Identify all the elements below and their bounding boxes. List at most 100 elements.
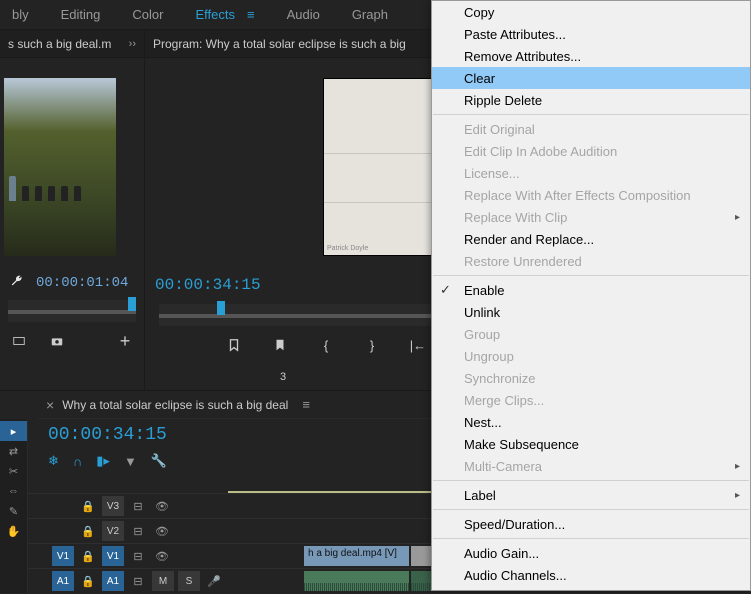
go-prev-icon[interactable]: |← [409,336,427,354]
check-icon: ✓ [440,282,451,298]
menu-separator [433,538,749,539]
menu-license: License... [432,162,750,184]
source-patch-a1[interactable]: A1 [52,571,74,591]
marker-right-icon[interactable]: } [363,336,381,354]
mute-button[interactable]: M [152,571,174,591]
video-clip[interactable]: h a big deal.mp4 [V] [304,546,409,566]
menu-synchronize: Synchronize [432,367,750,389]
menu-separator [433,114,749,115]
linked-selection-icon[interactable]: ∩ [73,454,82,469]
chevron-right-icon: ▸ [735,212,740,223]
program-playhead[interactable] [217,301,225,315]
export-frame-icon[interactable] [10,332,28,350]
wrench-icon[interactable] [10,274,24,291]
settings-wrench-icon[interactable]: 🔧 [151,453,167,469]
snap-icon[interactable]: ❄ [48,453,59,469]
menu-make-subsequence[interactable]: Make Subsequence [432,433,750,455]
menu-merge-clips: Merge Clips... [432,389,750,411]
menu-audio-channels[interactable]: Audio Channels... [432,564,750,586]
menu-separator [433,275,749,276]
source-timecode[interactable]: 00:00:01:04 [36,275,128,291]
add-marker-tl-icon[interactable]: ▮▸ [96,453,110,469]
menu-group: Group [432,323,750,345]
source-panel-title: s such a big deal.m [8,37,111,51]
mark-in-icon[interactable] [225,336,243,354]
menu-replace-clip: Replace With Clip▸ [432,206,750,228]
context-menu: Copy Paste Attributes... Remove Attribut… [431,0,751,591]
menu-label[interactable]: Label▸ [432,484,750,506]
menu-unlink[interactable]: Unlink [432,301,750,323]
source-panel: s such a big deal.m ›› 00:00:01:04 + [0,30,145,390]
lock-icon[interactable]: 🔒 [78,521,98,541]
tab-assembly[interactable]: bly [12,7,29,22]
slip-tool-icon[interactable]: ⇔ [0,481,27,501]
solo-button[interactable]: S [178,571,200,591]
timeline-marker-icon[interactable]: ▼ [124,454,137,469]
camera-icon[interactable] [48,332,66,350]
chevron-right-icon: ▸ [735,490,740,501]
chevron-right-icon: ▸ [735,461,740,472]
menu-ripple-delete[interactable]: Ripple Delete [432,89,750,111]
timeline-timecode[interactable]: 00:00:34:15 [48,425,167,445]
menu-replace-ae: Replace With After Effects Composition [432,184,750,206]
menu-separator [433,480,749,481]
sync-lock-icon[interactable]: ⊟ [128,496,148,516]
tab-editing[interactable]: Editing [61,7,101,22]
track-target-a1[interactable]: A1 [102,571,124,591]
timeline-title[interactable]: Why a total solar eclipse is such a big … [62,398,288,412]
audio-clip-2[interactable] [411,571,431,591]
menu-nest[interactable]: Nest... [432,411,750,433]
menu-audio-gain[interactable]: Audio Gain... [432,542,750,564]
menu-ungroup: Ungroup [432,345,750,367]
track-label-v2[interactable]: V2 [102,521,124,541]
voice-over-icon[interactable]: 🎤 [204,571,224,591]
selection-tool-icon[interactable]: ▸ [0,421,27,441]
source-playhead[interactable] [128,297,136,311]
track-target-v1[interactable]: V1 [102,546,124,566]
toggle-track-icon[interactable]: 👁 [152,496,172,516]
tab-audio[interactable]: Audio [287,7,320,22]
menu-clear[interactable]: Clear [432,67,750,89]
tool-column: ▸ ⇄ ✂ ⇔ ✎ ✋ [0,419,28,593]
program-timecode[interactable]: 00:00:34:15 [155,276,261,294]
lock-icon[interactable]: 🔒 [78,496,98,516]
tab-effects[interactable]: Effects [195,7,235,22]
menu-speed-duration[interactable]: Speed/Duration... [432,513,750,535]
sync-lock-icon[interactable]: ⊟ [128,571,148,591]
menu-render-replace[interactable]: Render and Replace... [432,228,750,250]
mark-out-icon[interactable] [271,336,289,354]
pen-tool-icon[interactable]: ✎ [0,501,27,521]
hamburger-icon[interactable]: ≡ [247,7,255,22]
sync-lock-icon[interactable]: ⊟ [128,521,148,541]
menu-edit-audition: Edit Clip In Adobe Audition [432,140,750,162]
menu-paste-attributes[interactable]: Paste Attributes... [432,23,750,45]
menu-separator [433,509,749,510]
menu-edit-original: Edit Original [432,118,750,140]
tab-color[interactable]: Color [132,7,163,22]
marker-left-icon[interactable]: { [317,336,335,354]
toggle-track-icon[interactable]: 👁 [152,546,172,566]
source-patch-v1[interactable]: V1 [52,546,74,566]
video-clip-thumb[interactable] [411,546,431,566]
ruler-mark: 3 [280,371,286,383]
close-icon[interactable]: × [46,397,54,413]
lock-icon[interactable]: 🔒 [78,571,98,591]
tab-graphics[interactable]: Graph [352,7,388,22]
panel-menu-icon[interactable]: ≡ [302,397,310,412]
menu-copy[interactable]: Copy [432,1,750,23]
menu-multi-camera: Multi-Camera▸ [432,455,750,477]
collapse-icon[interactable]: ›› [129,38,136,50]
menu-restore: Restore Unrendered [432,250,750,272]
ripple-tool-icon[interactable]: ⇄ [0,441,27,461]
sync-lock-icon[interactable]: ⊟ [128,546,148,566]
lock-icon[interactable]: 🔒 [78,546,98,566]
hand-tool-icon[interactable]: ✋ [0,521,27,541]
menu-enable[interactable]: ✓Enable [432,279,750,301]
toggle-track-icon[interactable]: 👁 [152,521,172,541]
track-label-v3[interactable]: V3 [102,496,124,516]
razor-tool-icon[interactable]: ✂ [0,461,27,481]
menu-remove-attributes[interactable]: Remove Attributes... [432,45,750,67]
audio-clip[interactable] [304,571,409,591]
source-preview[interactable] [4,78,116,256]
plus-icon[interactable]: + [116,332,134,350]
